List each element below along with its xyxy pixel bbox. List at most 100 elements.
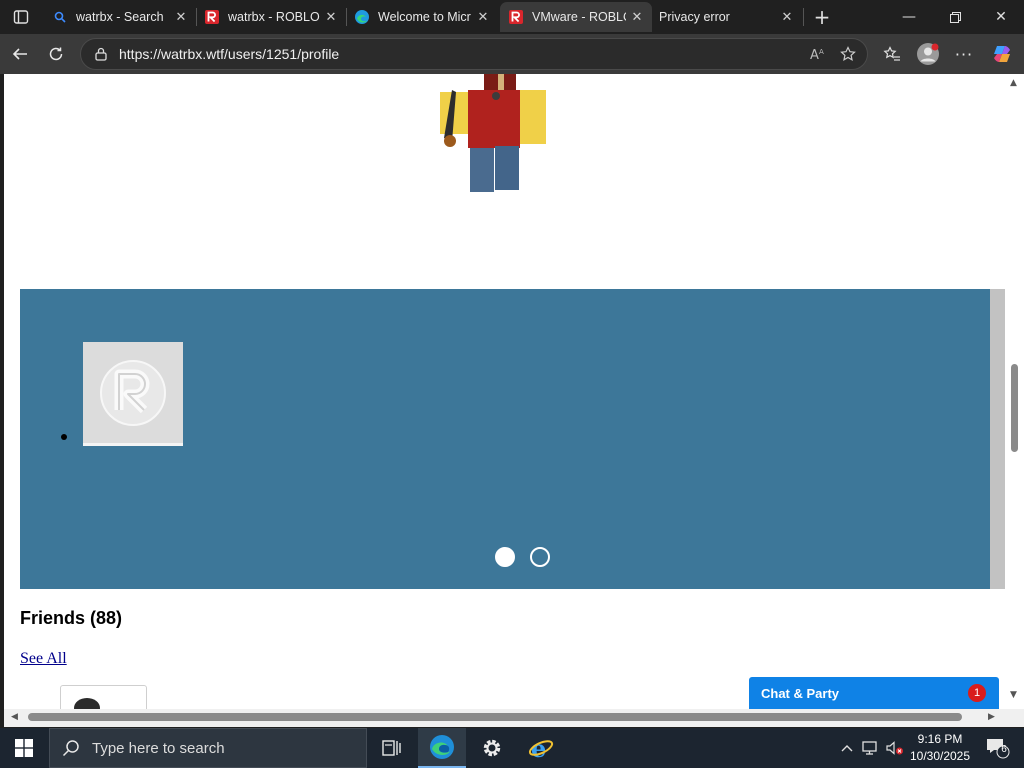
tab-actions-icon [13, 10, 29, 24]
restore-icon [949, 11, 961, 23]
favorites-button[interactable] [876, 38, 908, 70]
search-icon [62, 740, 79, 757]
vertical-scrollbar[interactable]: ▲ ▼ [1005, 74, 1024, 709]
close-icon[interactable]: ✕ [170, 6, 192, 28]
scroll-left-arrow-icon[interactable]: ◀ [11, 712, 18, 722]
taskbar-search-placeholder: Type here to search [92, 739, 225, 757]
site-info-icon[interactable] [91, 47, 111, 61]
address-bar[interactable]: https://watrbx.wtf/users/1251/profile AA [80, 38, 868, 70]
back-button[interactable] [4, 38, 36, 70]
horizontal-scroll-thumb[interactable] [28, 713, 962, 721]
scrollbar-corner [1005, 709, 1024, 727]
start-button[interactable] [4, 728, 44, 768]
minimize-button[interactable]: — [886, 0, 932, 34]
more-dots-icon: ··· [954, 44, 974, 64]
chat-notification-badge: 1 [968, 684, 986, 702]
tab-title: watrbx - Search [76, 10, 164, 24]
tab-title: Privacy error [659, 10, 730, 24]
tab-welcome-microsoft[interactable]: Welcome to Micr ✕ [346, 2, 498, 32]
network-icon [862, 741, 877, 755]
copilot-button[interactable] [986, 38, 1018, 70]
scroll-right-arrow-icon[interactable]: ▶ [988, 712, 995, 722]
edge-logo-icon [430, 735, 454, 759]
back-arrow-icon [12, 48, 27, 60]
svg-text:A: A [810, 48, 819, 62]
clock-time: 9:16 PM [917, 732, 963, 746]
tab-watrbx-roblox[interactable]: watrbx - ROBLOX ✕ [196, 2, 346, 32]
profile-carousel [20, 289, 990, 589]
list-bullet [61, 434, 67, 440]
favorites-list-icon [883, 46, 900, 61]
chevron-up-icon [841, 745, 853, 752]
internet-explorer-icon: e [528, 735, 554, 761]
tab-title: Welcome to Micr [378, 10, 471, 24]
profile-button[interactable] [912, 38, 944, 70]
close-icon[interactable]: ✕ [320, 6, 342, 28]
taskbar-settings-app[interactable] [468, 728, 516, 768]
refresh-button[interactable] [40, 38, 72, 70]
refresh-icon [49, 47, 63, 61]
show-hidden-icons-button[interactable] [836, 728, 858, 768]
carousel-dot-1[interactable] [495, 547, 515, 567]
carousel-side-scrollbar[interactable] [990, 289, 1005, 589]
roblox-logo-icon [508, 9, 524, 25]
scroll-up-arrow-icon[interactable]: ▲ [1010, 78, 1017, 88]
chat-party-bar[interactable]: Chat & Party 1 [749, 677, 999, 709]
vertical-scroll-thumb[interactable] [1011, 364, 1018, 452]
copilot-icon [994, 46, 1010, 62]
tab-watrbx-search[interactable]: watrbx - Search ✕ [44, 2, 196, 32]
tab-strip: watrbx - Search ✕ watrbx - ROBLOX ✕ Welc… [0, 0, 1024, 34]
profile-avatar-icon [917, 43, 939, 65]
read-aloud-icon[interactable]: AA [803, 39, 833, 69]
task-view-icon [382, 740, 401, 756]
horizontal-scrollbar[interactable]: ◀ ▶ [4, 709, 1005, 727]
tab-actions-button[interactable] [0, 0, 42, 34]
user-avatar-figure [440, 74, 546, 192]
scroll-down-arrow-icon[interactable]: ▼ [1010, 690, 1017, 700]
notification-center-button[interactable]: 6 [978, 728, 1018, 768]
task-view-button[interactable] [368, 728, 416, 768]
roblox-placeholder-icon [100, 359, 166, 426]
friend-card[interactable] [60, 685, 147, 709]
chat-party-label: Chat & Party [761, 685, 840, 701]
windows-taskbar: Type here to search e 9:16 PM 10/30/2025… [0, 728, 1024, 768]
clock-date: 10/30/2025 [909, 749, 971, 763]
search-icon [52, 9, 68, 25]
plus-icon: + [813, 5, 831, 29]
volume-tray-button[interactable] [884, 728, 906, 768]
tab-title: VMware - ROBLO [532, 10, 626, 24]
browser-toolbar: https://watrbx.wtf/users/1251/profile AA… [0, 34, 1024, 74]
restore-button[interactable] [932, 0, 978, 34]
roblox-logo-icon [204, 9, 220, 25]
settings-more-button[interactable]: ··· [948, 38, 980, 70]
gear-icon [483, 739, 501, 757]
minimize-icon: — [902, 9, 916, 25]
close-window-button[interactable]: ✕ [978, 0, 1024, 34]
tab-title: watrbx - ROBLOX [228, 10, 320, 24]
tab-privacy-error[interactable]: Privacy error ✕ [652, 2, 802, 32]
network-tray-button[interactable] [860, 728, 882, 768]
carousel-item-placeholder[interactable] [83, 342, 183, 446]
edge-logo-icon [354, 9, 370, 25]
url-text[interactable]: https://watrbx.wtf/users/1251/profile [119, 46, 803, 62]
friends-heading: Friends (88) [20, 608, 123, 628]
close-icon: ✕ [995, 9, 1007, 25]
volume-muted-icon [886, 741, 903, 755]
close-icon[interactable]: ✕ [776, 6, 798, 28]
taskbar-search-box[interactable]: Type here to search [49, 728, 367, 768]
close-icon[interactable]: ✕ [626, 6, 648, 28]
taskbar-edge-app[interactable] [418, 728, 466, 768]
page-content: Friends (88) See All [4, 74, 1005, 709]
favorite-star-icon[interactable] [833, 39, 863, 69]
new-tab-button[interactable]: + [808, 4, 836, 30]
tab-vmware-roblox[interactable]: VMware - ROBLO ✕ [500, 2, 652, 32]
taskbar-ie-app[interactable]: e [517, 728, 565, 768]
close-icon[interactable]: ✕ [472, 6, 494, 28]
carousel-dot-2[interactable] [530, 547, 550, 567]
taskbar-clock[interactable]: 9:16 PM 10/30/2025 [908, 731, 972, 765]
windows-logo-icon [15, 739, 33, 757]
friend-avatar-icon [74, 698, 100, 709]
see-all-link[interactable]: See All [20, 650, 67, 668]
notification-count: 6 [1001, 744, 1007, 755]
svg-text:A: A [819, 48, 824, 56]
